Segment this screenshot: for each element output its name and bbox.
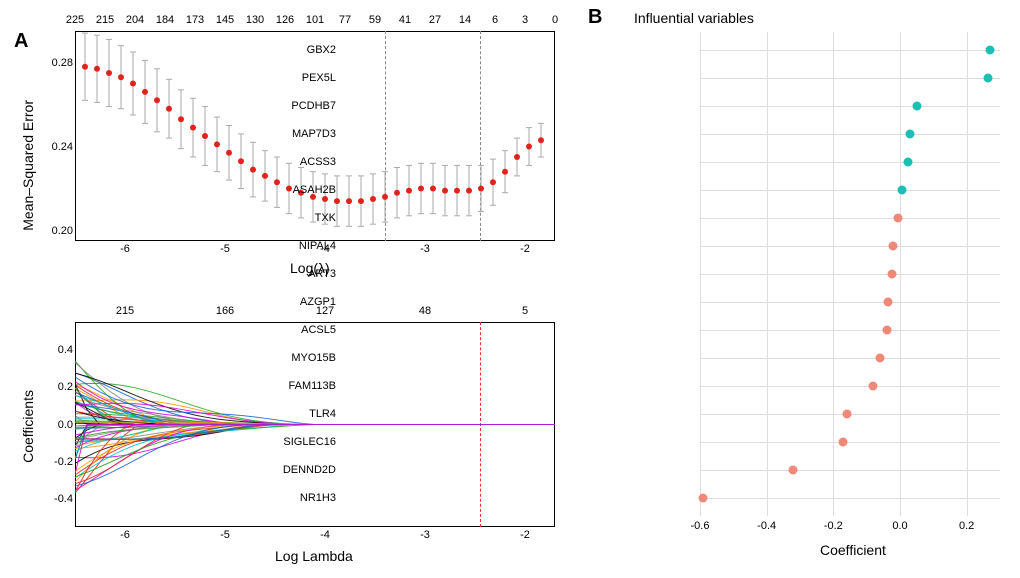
- coef-dot: [887, 270, 896, 279]
- gene-label: ASAH2B: [236, 184, 336, 196]
- gene-label: ART3: [236, 268, 336, 280]
- gene-label: NIPAL4: [236, 240, 336, 252]
- coef-dot: [984, 74, 993, 83]
- gene-label: MYO15B: [236, 352, 336, 364]
- coef-dot: [912, 102, 921, 111]
- coef-dot: [842, 410, 851, 419]
- xlabel-log-lambda-bottom: Log Lambda: [275, 548, 353, 564]
- coef-dot: [882, 326, 891, 335]
- xlabel-coefficient: Coefficient: [820, 542, 886, 558]
- coef-dot: [884, 298, 893, 307]
- coef-dot: [699, 494, 708, 503]
- coef-dot: [906, 130, 915, 139]
- gene-label: MAP7D3: [236, 128, 336, 140]
- panel-b-title: Influential variables: [634, 10, 754, 26]
- gene-label: DENND2D: [236, 464, 336, 476]
- coef-dot: [904, 158, 913, 167]
- gene-label: PEX5L: [236, 72, 336, 84]
- gene-label: FAM113B: [236, 380, 336, 392]
- coef-dot: [986, 46, 995, 55]
- gene-label: GBX2: [236, 44, 336, 56]
- gene-label: PCDHB7: [236, 100, 336, 112]
- coef-dot: [897, 186, 906, 195]
- gene-label: AZGP1: [236, 296, 336, 308]
- ylabel-mse: Mean–Squared Error: [20, 100, 36, 231]
- gene-label: NR1H3: [236, 492, 336, 504]
- coef-dot: [869, 382, 878, 391]
- coef-dot: [876, 354, 885, 363]
- gene-label: TLR4: [236, 408, 336, 420]
- coef-dot: [894, 214, 903, 223]
- gene-label: ACSS3: [236, 156, 336, 168]
- gene-label: SIGLEC16: [236, 436, 336, 448]
- coef-dot: [889, 242, 898, 251]
- coef-dot: [839, 438, 848, 447]
- ylabel-coefficients: Coefficients: [20, 390, 36, 463]
- panel-letter-b: B: [588, 6, 602, 29]
- panel-letter-a: A: [14, 30, 28, 53]
- gene-label: TXK: [236, 212, 336, 224]
- coef-dot: [789, 466, 798, 475]
- gene-label: ACSL5: [236, 324, 336, 336]
